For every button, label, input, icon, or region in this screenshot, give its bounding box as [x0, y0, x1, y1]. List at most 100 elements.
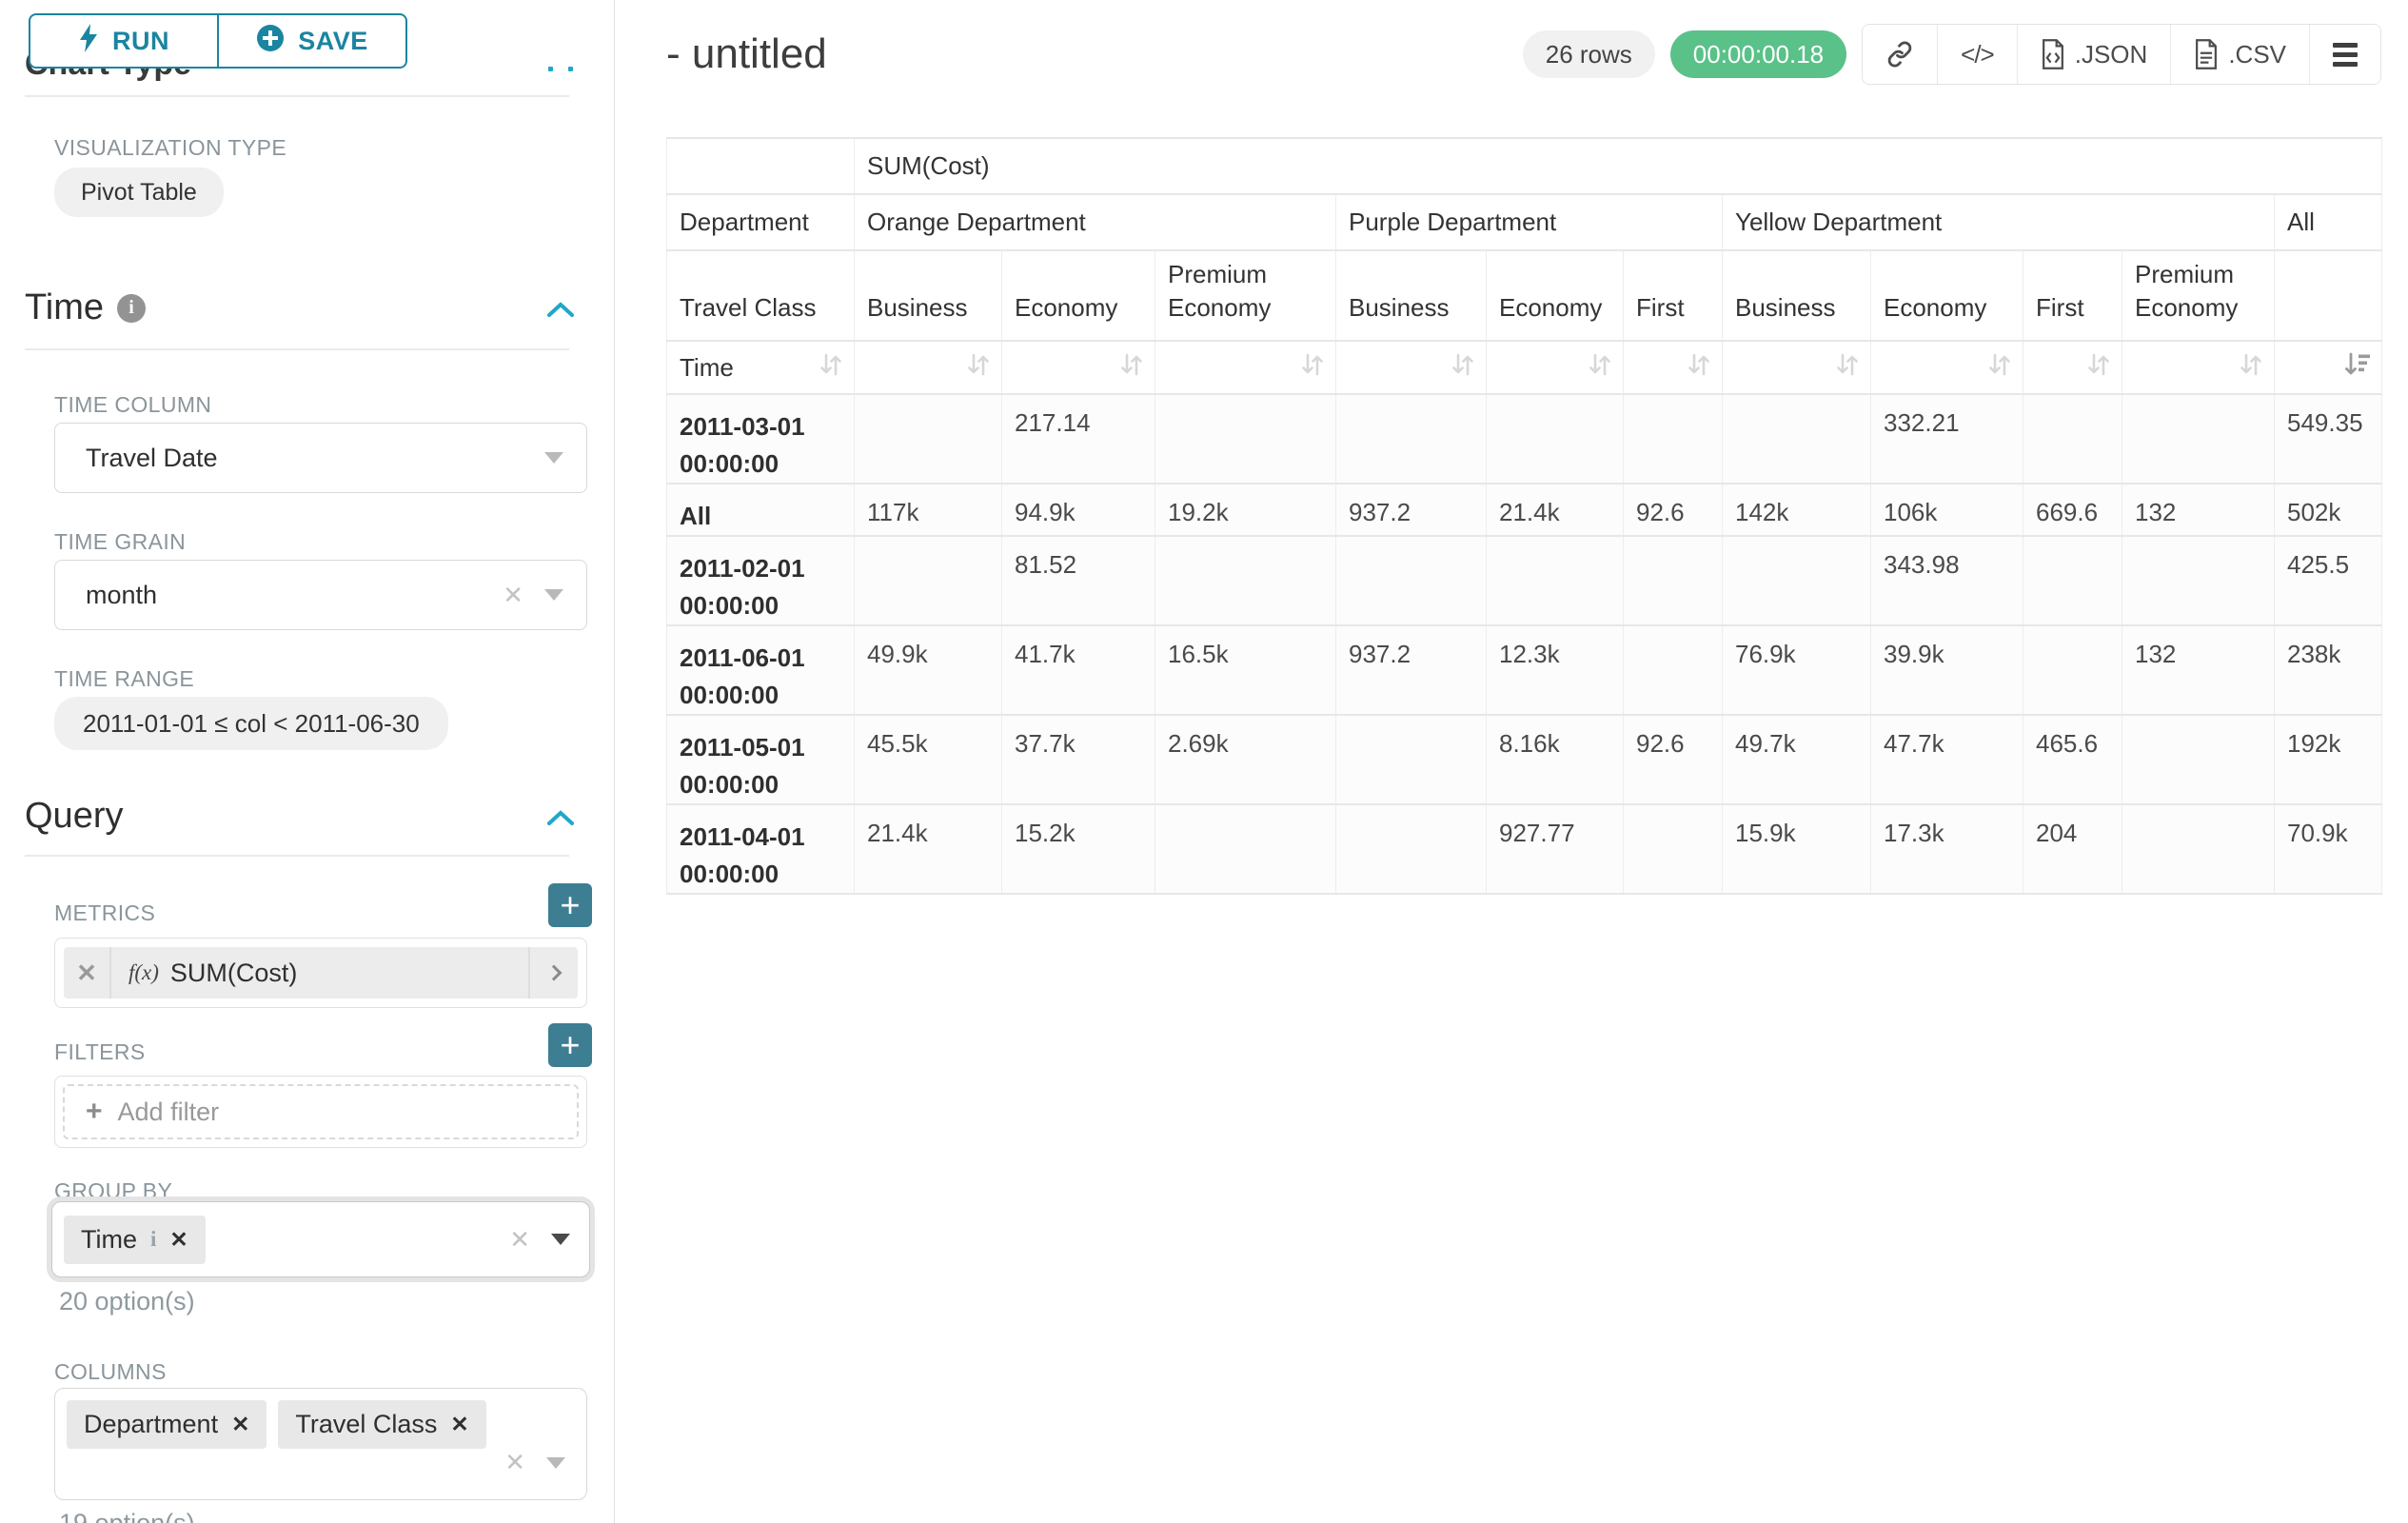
info-icon[interactable]: i [150, 1227, 156, 1252]
column-header: Premium Economy [2122, 250, 2275, 341]
clear-icon[interactable]: ✕ [504, 1448, 525, 1477]
column-sort-header[interactable] [1723, 341, 1871, 394]
columns-chip[interactable]: Department ✕ [67, 1400, 266, 1449]
sort-icon[interactable] [1587, 352, 1613, 384]
pivot-cell: 2.69k [1155, 715, 1336, 804]
chevron-up-icon[interactable] [546, 809, 575, 826]
export-json-button[interactable]: .JSON [2018, 25, 2172, 84]
pivot-cell [1624, 536, 1723, 625]
sort-icon[interactable] [1986, 352, 2013, 384]
remove-metric-icon[interactable]: ✕ [64, 947, 111, 999]
chevron-down-icon [544, 589, 563, 601]
column-header [2275, 250, 2382, 341]
column-header: Economy [1871, 250, 2023, 341]
more-menu-button[interactable] [2310, 25, 2380, 84]
pivot-cell: 192k [2275, 715, 2382, 804]
sort-icon[interactable] [2085, 352, 2112, 384]
info-icon[interactable]: i [117, 294, 146, 323]
sort-icon[interactable] [818, 352, 844, 384]
columns-chip[interactable]: Travel Class ✕ [278, 1400, 485, 1449]
sort-icon[interactable] [1299, 352, 1326, 384]
columns-select[interactable]: Department ✕ Travel Class ✕ ✕ [54, 1388, 587, 1500]
save-button[interactable]: SAVE [217, 13, 407, 69]
sort-icon[interactable] [1686, 352, 1712, 384]
pivot-cell [1723, 394, 1871, 484]
chevron-down-icon [551, 1234, 570, 1245]
time-section-heading: Time i [25, 287, 146, 328]
all-column-sort-header-active[interactable] [2275, 341, 2382, 394]
query-section-heading: Query [25, 796, 123, 837]
divider [25, 348, 569, 350]
chart-title[interactable]: - untitled [666, 30, 827, 78]
pivot-cell [1723, 536, 1871, 625]
column-header: First [2023, 250, 2122, 341]
divider [25, 95, 569, 97]
column-sort-header[interactable] [1002, 341, 1155, 394]
time-sort-header[interactable]: Time [667, 341, 855, 394]
query-timer-badge: 00:00:00.18 [1670, 30, 1846, 78]
time-column-label: TIME COLUMN [54, 392, 211, 418]
pivot-cell: 8.16k [1487, 715, 1624, 804]
pivot-cell: 217.14 [1002, 394, 1155, 484]
time-column-select[interactable]: Travel Date [54, 423, 587, 493]
column-sort-header[interactable] [1871, 341, 2023, 394]
remove-chip-icon[interactable]: ✕ [450, 1412, 468, 1437]
sort-icon[interactable] [1118, 352, 1145, 384]
pivot-cell [1336, 394, 1487, 484]
row-count-badge: 26 rows [1523, 30, 1655, 78]
export-csv-button[interactable]: .CSV [2171, 25, 2310, 84]
column-sort-header[interactable] [2122, 341, 2275, 394]
column-sort-header[interactable] [1624, 341, 1723, 394]
chevron-up-icon[interactable] [548, 67, 573, 72]
copy-link-button[interactable] [1863, 25, 1938, 84]
pivot-cell: 204 [2023, 804, 2122, 894]
expand-metric-icon[interactable] [528, 947, 578, 999]
chevron-up-icon[interactable] [546, 301, 575, 318]
column-sort-header[interactable] [1487, 341, 1624, 394]
visualization-type-label: VISUALIZATION TYPE [54, 135, 286, 161]
export-json-label: .JSON [2075, 40, 2148, 69]
column-header: Business [855, 250, 1002, 341]
remove-chip-icon[interactable]: ✕ [231, 1412, 249, 1437]
add-metric-button[interactable]: + [548, 883, 592, 927]
time-grain-select[interactable]: month ✕ [54, 560, 587, 630]
pivot-row: All117k94.9k19.2k937.221.4k92.6142k106k6… [667, 484, 2382, 536]
column-sort-header[interactable] [1155, 341, 1336, 394]
column-sort-header[interactable] [1336, 341, 1487, 394]
pivot-cell: 343.98 [1871, 536, 2023, 625]
pivot-row: 2011-05-0100:00:0045.5k37.7k2.69k8.16k92… [667, 715, 2382, 804]
control-panel: Chart Type RUN SAVE VISUALIZATION TYPE P… [0, 0, 615, 1523]
pivot-row: 2011-03-0100:00:00217.14332.21549.35 [667, 394, 2382, 484]
metric-chip-label: f(x) SUM(Cost) [111, 947, 528, 999]
column-sort-header[interactable] [2023, 341, 2122, 394]
pivot-cell: 502k [2275, 484, 2382, 536]
group-by-select[interactable]: Time i ✕ ✕ [51, 1201, 590, 1277]
pivot-cell: 49.7k [1723, 715, 1871, 804]
pivot-cell: 132 [2122, 625, 2275, 715]
pivot-row: 2011-06-0100:00:0049.9k41.7k16.5k937.212… [667, 625, 2382, 715]
sort-descending-icon[interactable] [2343, 352, 2372, 384]
column-group-header: Yellow Department [1723, 194, 2275, 250]
metric-chip[interactable]: ✕ f(x) SUM(Cost) [64, 947, 578, 999]
sort-icon[interactable] [2238, 352, 2264, 384]
sort-icon[interactable] [965, 352, 992, 384]
time-range-pill[interactable]: 2011-01-01 ≤ col < 2011-06-30 [54, 697, 448, 750]
clear-icon[interactable]: ✕ [509, 1225, 530, 1255]
clear-icon[interactable]: ✕ [503, 581, 523, 610]
view-query-button[interactable]: </> [1938, 25, 2018, 84]
pivot-cell: 332.21 [1871, 394, 2023, 484]
add-filter-button[interactable]: + Add filter [63, 1084, 579, 1139]
pivot-cell: 47.7k [1871, 715, 2023, 804]
chevron-down-icon [546, 1457, 565, 1469]
sort-icon[interactable] [1450, 352, 1476, 384]
column-sort-header[interactable] [855, 341, 1002, 394]
visualization-type-pill[interactable]: Pivot Table [54, 168, 224, 217]
run-button[interactable]: RUN [29, 13, 219, 69]
sort-icon[interactable] [1834, 352, 1861, 384]
add-filter-plus-button[interactable]: + [548, 1023, 592, 1067]
bolt-icon [78, 24, 99, 59]
remove-chip-icon[interactable]: ✕ [169, 1227, 188, 1253]
group-by-chip[interactable]: Time i ✕ [64, 1216, 206, 1264]
pivot-cell [1487, 394, 1624, 484]
pivot-cell [1155, 536, 1336, 625]
